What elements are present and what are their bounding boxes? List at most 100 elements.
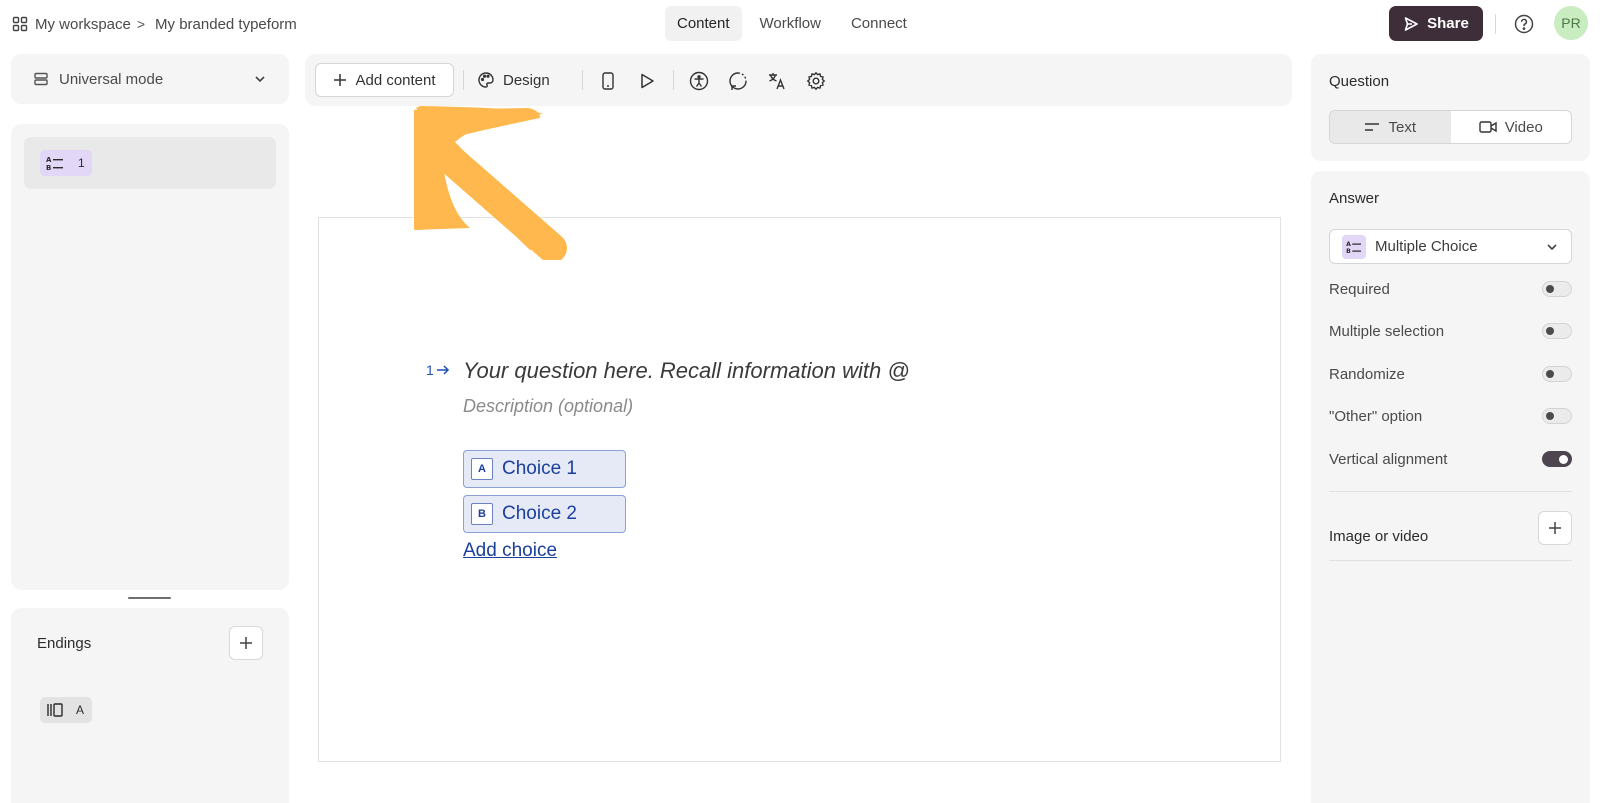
image-video-label: Image or video (1329, 528, 1429, 545)
chevron-down-icon (253, 72, 267, 86)
ending-letter: A (76, 703, 85, 717)
question-list-panel: A B 1 (11, 124, 289, 590)
option-label: Randomize (1329, 365, 1405, 383)
send-icon (1403, 16, 1419, 32)
question-type-text-label: Text (1388, 118, 1416, 136)
accessibility-icon[interactable] (688, 70, 710, 92)
top-bar: My workspace > My branded typeform Conte… (0, 0, 1600, 48)
endings-title: Endings (37, 635, 92, 652)
video-camera-icon (1479, 120, 1497, 134)
question-number-indicator: 1 (426, 362, 450, 378)
toolbar-divider (582, 70, 583, 90)
layers-icon (33, 71, 49, 87)
editor-toolbar: Add content Design (305, 54, 1292, 106)
question-description-input[interactable]: Description (optional) (463, 396, 633, 417)
question-title-input[interactable]: Your question here. Recall information w… (463, 358, 910, 384)
main-tabs: Content Workflow Connect (665, 6, 919, 41)
palette-icon (477, 71, 495, 89)
question-list-item[interactable]: A B 1 (24, 137, 276, 189)
share-label: Share (1427, 15, 1469, 32)
question-settings-panel: Question Text Video (1311, 54, 1590, 161)
panel-resize-handle[interactable] (128, 597, 171, 599)
logic-icon[interactable] (727, 70, 749, 92)
option-required: Required (1329, 277, 1572, 301)
option-label: Vertical alignment (1329, 450, 1448, 468)
option-other: "Other" option (1329, 404, 1572, 428)
tab-workflow[interactable]: Workflow (748, 6, 833, 41)
avatar[interactable]: PR (1554, 6, 1588, 40)
other-option-toggle[interactable] (1542, 408, 1572, 424)
help-icon[interactable] (1513, 13, 1535, 35)
question-section-title: Question (1329, 73, 1390, 90)
svg-text:A: A (1346, 241, 1351, 248)
question-number: 1 (78, 156, 85, 170)
option-label: Required (1329, 280, 1390, 298)
design-button[interactable]: Design (477, 63, 550, 97)
plus-icon (239, 636, 253, 650)
tab-connect[interactable]: Connect (839, 6, 919, 41)
mode-panel: Universal mode (11, 54, 289, 104)
breadcrumb: My workspace > My branded typeform (12, 12, 297, 36)
ending-item[interactable]: A (40, 697, 92, 723)
answer-type-select[interactable]: A B Multiple Choice (1329, 229, 1572, 264)
question-type-video[interactable]: Video (1451, 111, 1572, 143)
design-label: Design (503, 71, 550, 89)
divider (1495, 14, 1496, 34)
add-content-button[interactable]: Add content (315, 63, 454, 97)
translate-icon[interactable] (766, 70, 788, 92)
answer-section-title: Answer (1329, 190, 1380, 207)
question-type-video-label: Video (1504, 118, 1543, 136)
plus-icon (1548, 521, 1562, 535)
choice-key: B (471, 503, 493, 525)
option-label: Multiple selection (1329, 322, 1445, 340)
option-label: "Other" option (1329, 407, 1423, 425)
option-randomize: Randomize (1329, 362, 1572, 386)
mode-dropdown[interactable]: Universal mode (11, 54, 289, 104)
divider (1329, 491, 1572, 492)
svg-text:B: B (1346, 248, 1351, 254)
text-lines-icon (1364, 121, 1380, 133)
svg-text:A: A (46, 156, 52, 164)
multiple-choice-icon: A B (1342, 234, 1366, 259)
arrow-right-icon (436, 364, 450, 376)
divider (1329, 560, 1572, 561)
breadcrumb-form-name[interactable]: My branded typeform (155, 16, 297, 33)
mobile-preview-icon[interactable] (597, 70, 619, 92)
choice-label[interactable]: Choice 1 (502, 458, 577, 480)
workspace-grid-icon[interactable] (12, 16, 28, 32)
multiple-selection-toggle[interactable] (1542, 323, 1572, 339)
mode-label: Universal mode (59, 70, 164, 88)
toolbar-divider (673, 70, 674, 90)
add-ending-button[interactable] (229, 626, 263, 660)
breadcrumb-workspace[interactable]: My workspace (35, 16, 131, 33)
add-content-label: Add content (355, 71, 436, 89)
question-type-toggle: Text Video (1329, 110, 1572, 144)
add-choice-link[interactable]: Add choice (463, 540, 557, 562)
breadcrumb-separator: > (136, 16, 146, 32)
chevron-down-icon (1545, 240, 1559, 254)
play-icon[interactable] (636, 70, 658, 92)
question-type-text[interactable]: Text (1330, 111, 1451, 143)
choice-item[interactable]: B Choice 2 (463, 495, 626, 533)
endings-panel: Endings A (11, 608, 289, 803)
randomize-toggle[interactable] (1542, 366, 1572, 382)
toolbar-divider (463, 70, 464, 90)
svg-text:B: B (46, 164, 51, 171)
choice-item[interactable]: A Choice 1 (463, 450, 626, 488)
option-multiple-selection: Multiple selection (1329, 319, 1572, 343)
question-badge: A B 1 (40, 150, 92, 176)
choice-key: A (471, 458, 493, 480)
required-toggle[interactable] (1542, 281, 1572, 297)
option-vertical-alignment: Vertical alignment (1329, 447, 1572, 471)
answer-type-label: Multiple Choice (1375, 238, 1478, 255)
choice-label[interactable]: Choice 2 (502, 503, 577, 525)
plus-icon (333, 73, 347, 87)
answer-settings-panel: Answer A B Multiple Choice Required Mult… (1311, 171, 1590, 803)
tab-content[interactable]: Content (665, 6, 742, 41)
multiple-choice-icon: A B (46, 155, 64, 171)
canvas-question-number: 1 (426, 362, 434, 378)
vertical-alignment-toggle[interactable] (1542, 451, 1572, 467)
add-image-video-button[interactable] (1538, 511, 1572, 545)
share-button[interactable]: Share (1389, 6, 1483, 41)
settings-icon[interactable] (805, 70, 827, 92)
